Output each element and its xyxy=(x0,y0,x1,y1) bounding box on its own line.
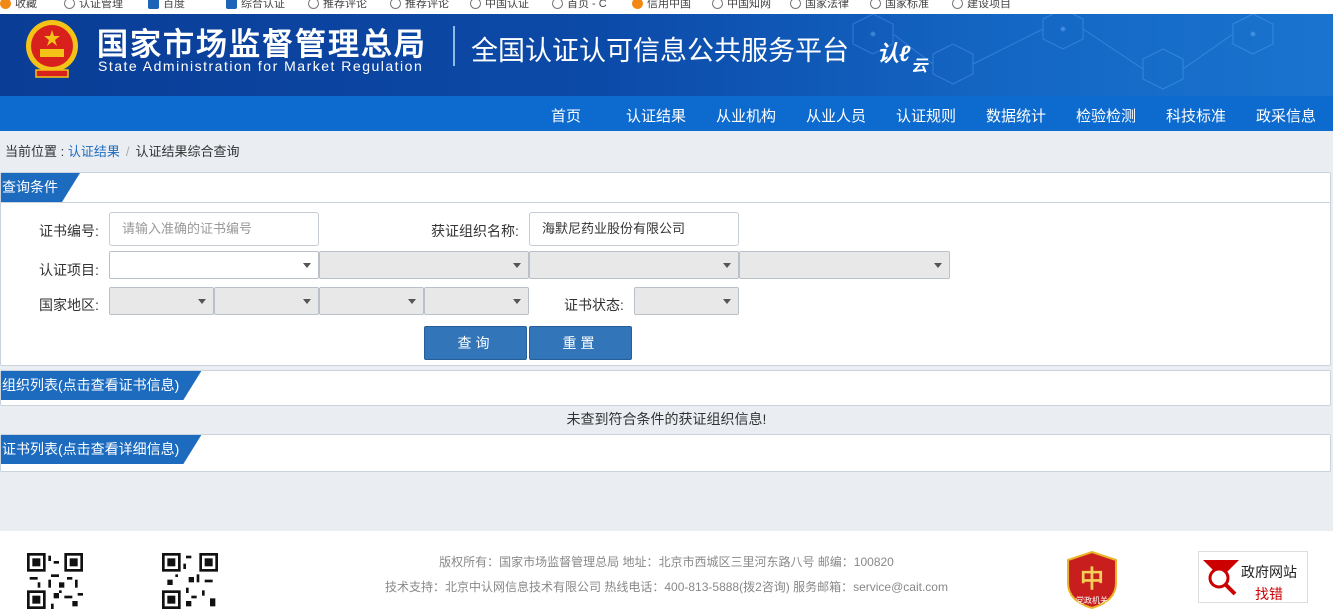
report-error-label: 找错 xyxy=(1255,586,1283,602)
breadcrumb-separator: / xyxy=(125,144,130,159)
breadcrumb-text: 当前位置 : 认证结果 / 认证结果综合查询 xyxy=(5,141,240,160)
globe-icon xyxy=(952,0,963,9)
org-list-header: 组织列表(点击查看证书信息) xyxy=(1,371,1330,401)
gov-site-error-report[interactable]: 政府网站 找错 xyxy=(1198,551,1308,603)
globe-icon xyxy=(870,0,881,9)
credit-icon xyxy=(632,0,643,9)
bookmark-item[interactable]: 中国知网 xyxy=(712,0,771,11)
site-footer: 版权所有：国家市场监督管理总局 地址：北京市西城区三里河东路八号 邮编：1008… xyxy=(0,531,1333,611)
site-header: 国家市场监督管理总局 State Administration for Mark… xyxy=(0,14,1333,96)
chevron-down-icon xyxy=(303,299,311,304)
chevron-down-icon xyxy=(408,299,416,304)
org-list-panel: 组织列表(点击查看证书信息) xyxy=(0,370,1331,406)
breadcrumb-current: 认证结果综合查询 xyxy=(135,144,240,159)
bookmark-item[interactable]: 首页 - C xyxy=(552,0,607,11)
bookmark-item[interactable]: 认证管理 xyxy=(64,0,123,11)
chevron-down-icon xyxy=(934,263,942,268)
org-list-empty-message: 未查到符合条件的获证组织信息! xyxy=(566,411,767,427)
gear-icon xyxy=(308,0,319,9)
globe-icon xyxy=(552,0,563,9)
query-panel-title: 查询条件 xyxy=(1,173,80,202)
org-name-en: State Administration for Market Regulati… xyxy=(98,58,424,74)
nav-institutions[interactable]: 从业机构 xyxy=(716,105,776,126)
org-name-input[interactable]: 海默尼药业股份有限公司 xyxy=(529,212,739,246)
bookmarks-bar: 收藏 认证管理 百度 综合认证 推荐评论 推荐评论 中国认证 首页 - C 信用… xyxy=(0,0,1333,14)
svg-text:中: 中 xyxy=(1080,565,1104,593)
badge-text: 党政机关 xyxy=(1076,595,1108,605)
breadcrumb: 当前位置 : 认证结果 / 认证结果综合查询 xyxy=(0,131,1333,171)
nav-home[interactable]: 首页 xyxy=(551,105,581,126)
project-select-2[interactable] xyxy=(319,251,529,279)
bookmark-item[interactable]: 综合认证 xyxy=(226,0,285,11)
nav-statistics[interactable]: 数据统计 xyxy=(986,105,1046,126)
reset-button[interactable]: 重置 xyxy=(529,326,632,360)
bookmark-item[interactable]: 收藏 xyxy=(0,0,37,11)
cloud-logo-swirl-icon: ℓ xyxy=(899,41,911,66)
region-select-2[interactable] xyxy=(214,287,319,315)
org-name-label: 获证组织名称: xyxy=(431,223,519,239)
cert-no-input[interactable]: 请输入准确的证书编号 xyxy=(109,212,319,246)
site-icon xyxy=(226,0,237,9)
cloud-logo-text-2: 云 xyxy=(911,58,928,75)
chevron-down-icon xyxy=(198,299,206,304)
globe-icon xyxy=(470,0,481,9)
gov-site-label: 政府网站 xyxy=(1241,564,1297,580)
national-emblem-icon xyxy=(26,20,78,78)
region-select-3[interactable] xyxy=(319,287,424,315)
nav-personnel[interactable]: 从业人员 xyxy=(806,105,866,126)
party-govt-badge[interactable]: 中 党政机关 xyxy=(1066,551,1118,609)
chevron-down-icon xyxy=(723,263,731,268)
region-select-4[interactable] xyxy=(424,287,529,315)
globe-icon xyxy=(790,0,801,9)
main-nav: 首页 认证结果 从业机构 从业人员 认证规则 数据统计 检验检测 科技标准 政采… xyxy=(0,96,1333,131)
region-label: 国家地区: xyxy=(39,297,99,313)
project-select-3[interactable] xyxy=(529,251,739,279)
baidu-icon xyxy=(148,0,159,9)
bookmark-item[interactable]: 推荐评论 xyxy=(390,0,449,11)
breadcrumb-prefix: 当前位置 : xyxy=(5,144,68,159)
nav-inspection[interactable]: 检验检测 xyxy=(1076,105,1136,126)
cert-list-title: 证书列表(点击查看详细信息) xyxy=(1,435,201,464)
renzheng-cloud-logo: 认ℓ云 xyxy=(877,36,927,75)
search-button[interactable]: 查询 xyxy=(424,326,527,360)
chevron-down-icon xyxy=(723,299,731,304)
bookmark-item[interactable]: 中国认证 xyxy=(470,0,529,11)
status-label: 证书状态: xyxy=(564,297,624,313)
bookmark-item[interactable]: 推荐评论 xyxy=(308,0,367,11)
cert-list-panel: 证书列表(点击查看详细信息) xyxy=(0,434,1331,472)
region-select-1[interactable] xyxy=(109,287,214,315)
query-panel-header: 查询条件 xyxy=(1,173,1330,203)
nav-tech-standards[interactable]: 科技标准 xyxy=(1166,105,1226,126)
org-list-title: 组织列表(点击查看证书信息) xyxy=(1,371,201,400)
cert-no-label: 证书编号: xyxy=(39,223,99,239)
chevron-down-icon xyxy=(513,263,521,268)
nav-cert-rules[interactable]: 认证规则 xyxy=(896,105,956,126)
project-select-4[interactable] xyxy=(739,251,950,279)
gear-icon xyxy=(390,0,401,9)
footer-copyright: 版权所有：国家市场监督管理总局 地址：北京市西城区三里河东路八号 邮编：1008… xyxy=(439,555,894,569)
bookmark-item[interactable]: 建设项目 xyxy=(952,0,1011,11)
status-select[interactable] xyxy=(634,287,739,315)
globe-icon xyxy=(712,0,723,9)
chevron-down-icon xyxy=(513,299,521,304)
header-divider xyxy=(453,26,455,66)
bookmark-item[interactable]: 信用中国 xyxy=(632,0,691,11)
chevron-down-icon xyxy=(303,263,311,268)
nav-cert-results[interactable]: 认证结果 xyxy=(626,105,686,126)
star-icon xyxy=(0,0,11,9)
project-label: 认证项目: xyxy=(39,262,99,278)
platform-title: 全国认证认可信息公共服务平台 xyxy=(471,36,849,67)
cert-list-header: 证书列表(点击查看详细信息) xyxy=(1,435,1330,465)
globe-icon xyxy=(64,0,75,9)
nav-procurement[interactable]: 政采信息 xyxy=(1256,105,1316,126)
breadcrumb-link[interactable]: 认证结果 xyxy=(68,144,120,159)
query-panel: 查询条件 证书编号: 请输入准确的证书编号 获证组织名称: 海默尼药业股份有限公… xyxy=(0,172,1331,366)
bookmark-item[interactable]: 国家标准 xyxy=(870,0,929,11)
bookmark-item[interactable]: 国家法律 xyxy=(790,0,849,11)
magnifier-icon xyxy=(1203,560,1239,596)
project-select-1[interactable] xyxy=(109,251,319,279)
bookmark-item[interactable]: 百度 xyxy=(148,0,185,11)
footer-tech-support: 技术支持：北京中认网信息技术有限公司 热线电话：400-813-5888(拨2咨… xyxy=(385,580,948,594)
cloud-logo-text: 认 xyxy=(877,41,900,66)
